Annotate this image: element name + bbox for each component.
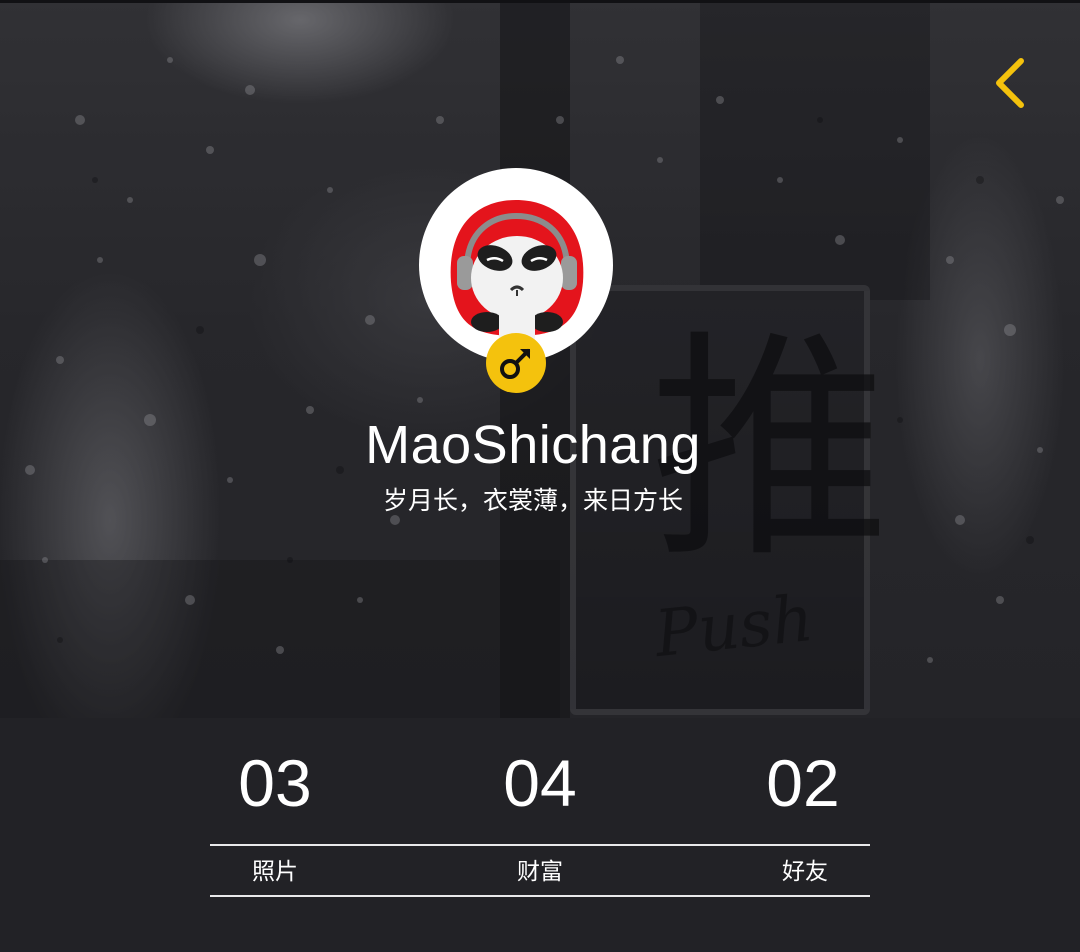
stat-friends-label[interactable]: 好友 xyxy=(705,852,905,892)
stats-divider-top xyxy=(210,844,870,846)
chevron-left-icon xyxy=(996,58,1024,108)
stat-friends-count[interactable]: 02 xyxy=(703,740,903,826)
stat-photos-label[interactable]: 照片 xyxy=(175,852,375,892)
back-button[interactable] xyxy=(984,54,1036,112)
top-border xyxy=(0,0,1080,3)
male-symbol-icon xyxy=(500,349,530,379)
stats-divider-bottom xyxy=(210,895,870,897)
profile-page: 推 Push MaoShichang 岁月长，衣裳薄，来日方长 03 04 02… xyxy=(0,0,1080,952)
username: MaoShichang xyxy=(365,415,701,475)
panda-avatar-icon xyxy=(437,186,595,344)
stat-photos-count[interactable]: 03 xyxy=(175,740,375,826)
stat-wealth-label[interactable]: 财富 xyxy=(440,852,640,892)
stat-wealth-count[interactable]: 04 xyxy=(440,740,640,826)
gender-badge xyxy=(486,333,546,393)
user-bio: 岁月长，衣裳薄，来日方长 xyxy=(382,486,683,515)
